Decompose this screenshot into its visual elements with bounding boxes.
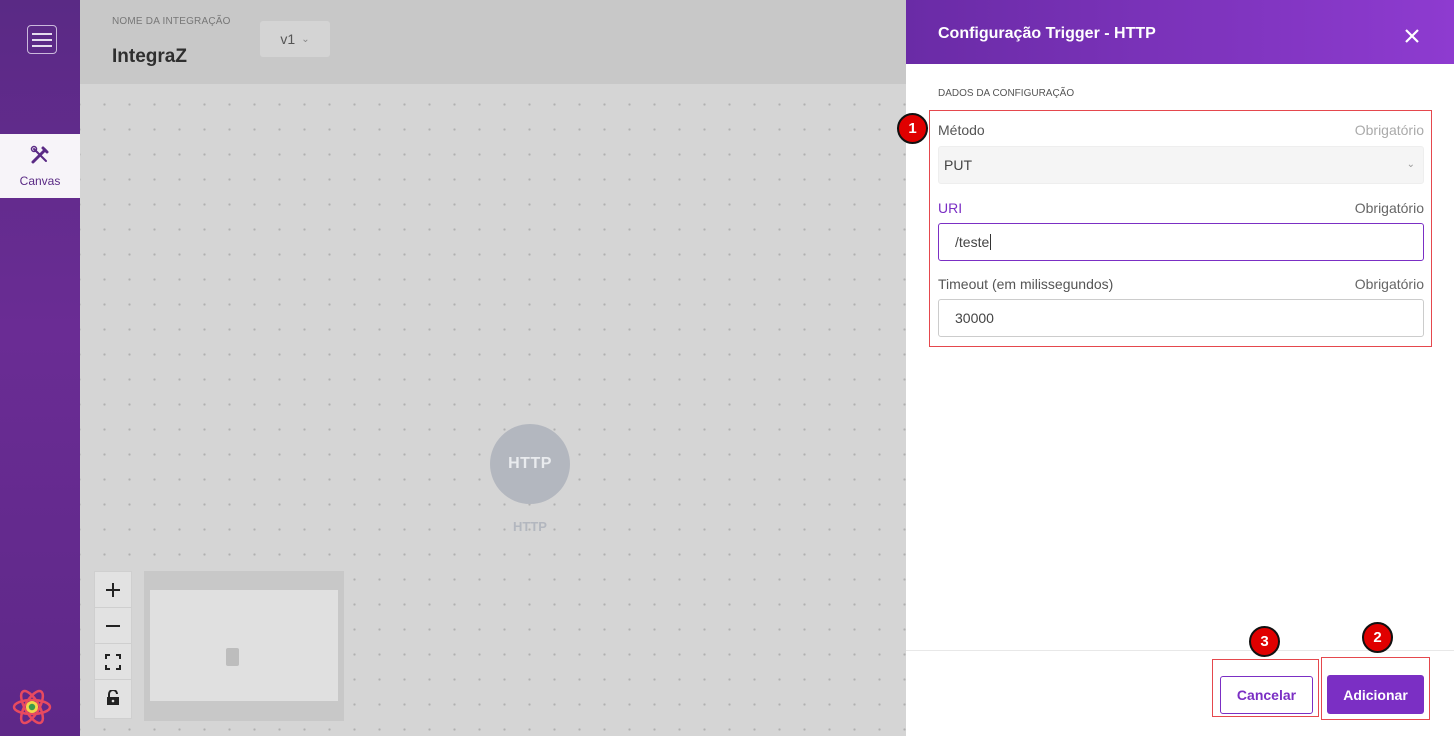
highlight-config-fields bbox=[929, 110, 1432, 347]
integration-header: NOME DA INTEGRAÇÃO IntegraZ v1 ⌄ bbox=[80, 0, 906, 84]
chevron-down-icon: ⌄ bbox=[301, 33, 310, 45]
integration-name[interactable]: IntegraZ bbox=[112, 46, 187, 68]
panel-title: Configuração Trigger - HTTP bbox=[938, 25, 1156, 42]
node-label: HTTP bbox=[513, 519, 547, 534]
lock-button[interactable] bbox=[95, 680, 131, 716]
zoom-in-button[interactable] bbox=[95, 572, 131, 608]
atom-logo-icon bbox=[11, 686, 53, 728]
annotation-marker-3: 3 bbox=[1249, 626, 1280, 657]
minimap[interactable] bbox=[144, 571, 344, 721]
minimap-viewport bbox=[150, 590, 338, 701]
fit-view-icon bbox=[105, 653, 121, 670]
version-dropdown[interactable]: v1 ⌄ bbox=[260, 21, 330, 57]
version-value: v1 bbox=[280, 31, 296, 47]
lock-icon bbox=[107, 690, 119, 705]
annotation-marker-2: 2 bbox=[1362, 622, 1393, 653]
canvas-tools-icon bbox=[29, 144, 51, 171]
plus-icon bbox=[106, 582, 120, 597]
close-button[interactable] bbox=[1396, 20, 1428, 52]
highlight-cancel bbox=[1212, 659, 1319, 717]
section-label: DADOS DA CONFIGURAÇÃO bbox=[938, 88, 1075, 99]
panel-header: Configuração Trigger - HTTP bbox=[906, 0, 1454, 64]
fit-view-button[interactable] bbox=[95, 644, 131, 680]
flow-canvas[interactable]: HTTP HTTP bbox=[80, 84, 906, 736]
menu-icon[interactable] bbox=[27, 25, 57, 54]
integration-name-label: NOME DA INTEGRAÇÃO bbox=[112, 16, 231, 27]
annotation-marker-1: 1 bbox=[897, 113, 928, 144]
minus-icon bbox=[106, 624, 120, 627]
zoom-out-button[interactable] bbox=[95, 608, 131, 644]
highlight-add bbox=[1321, 657, 1430, 720]
node-text: HTTP bbox=[508, 455, 552, 472]
http-trigger-node[interactable]: HTTP bbox=[490, 424, 570, 504]
canvas-controls bbox=[94, 571, 132, 719]
minimap-node bbox=[226, 648, 239, 666]
sidebar-item-label: Canvas bbox=[19, 174, 61, 188]
sidebar: Canvas bbox=[0, 0, 80, 736]
sidebar-item-canvas[interactable]: Canvas bbox=[0, 134, 80, 198]
close-icon bbox=[1405, 29, 1419, 43]
